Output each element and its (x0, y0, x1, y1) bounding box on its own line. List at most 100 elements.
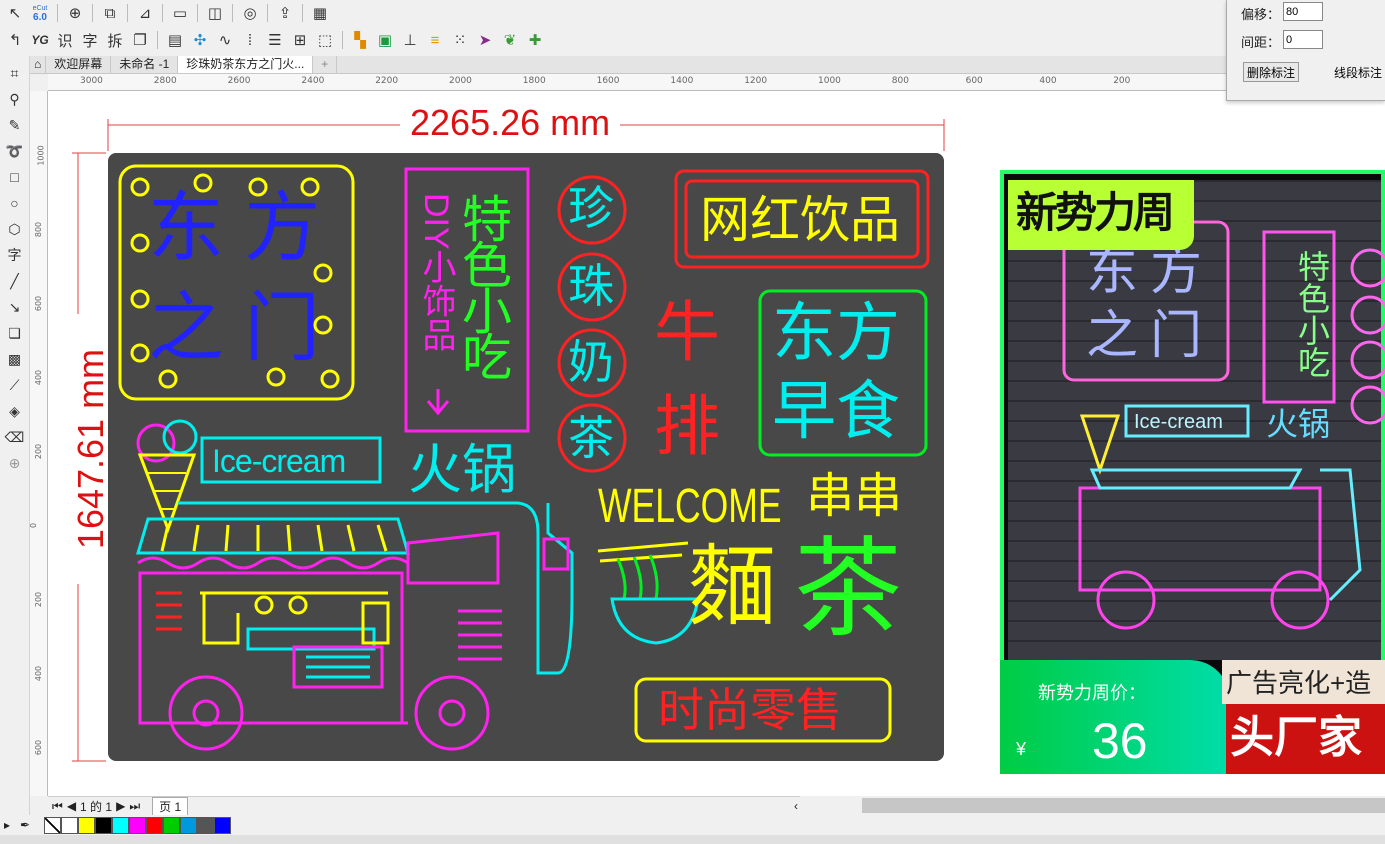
stack-icon[interactable]: ≡ (424, 29, 446, 51)
product-photo[interactable]: 东 方 之 门 特色小吃 Ice-cream 火锅 新势力周 新势力周价： ¥ … (1000, 170, 1385, 774)
palette-arrow-icon[interactable]: ▸ (4, 818, 10, 832)
ellipse-icon[interactable]: ○ (4, 192, 26, 214)
align-icon[interactable]: ⊞ (289, 29, 311, 51)
paste-icon[interactable]: ❐ (129, 29, 151, 51)
shapes-icon[interactable]: ⊕ (64, 2, 86, 24)
neon-text-cha-green[interactable]: 茶 (794, 535, 902, 643)
pen-icon[interactable]: ✎ (4, 114, 26, 136)
neon-text-cha[interactable]: 茶 (568, 415, 614, 461)
polygon-icon[interactable]: ⬡ (4, 218, 26, 240)
neon-text-zhen[interactable]: 珍 (568, 185, 614, 231)
grid-icon[interactable]: ▦ (309, 2, 331, 24)
page-next-icon[interactable]: ▶ (116, 799, 125, 813)
vertical-ruler[interactable]: 1000 800 600 400 200 0 200 400 600 (29, 91, 48, 796)
table-icon[interactable]: ▤ (164, 29, 186, 51)
color-swatch[interactable] (146, 816, 164, 834)
recognize-button[interactable]: 识 (54, 29, 76, 51)
fill-icon[interactable]: ◈ (4, 400, 26, 422)
neon-text-huoguo[interactable]: 火锅 (408, 443, 516, 497)
color-blocks-icon[interactable]: ▚ (349, 29, 371, 51)
target-icon[interactable]: ◎ (239, 2, 261, 24)
eraser-icon[interactable]: ⌫ (4, 426, 26, 448)
yg-button[interactable]: YG (29, 29, 51, 51)
dots-icon[interactable]: ⁙ (449, 29, 471, 51)
image-icon[interactable]: ▣ (374, 29, 396, 51)
rectangle-icon[interactable]: □ (4, 166, 26, 188)
pointer-icon[interactable]: ↖ (4, 2, 26, 24)
neon-text-nai[interactable]: 奶 (568, 339, 614, 385)
eyedropper-icon[interactable]: ⟋ (4, 374, 26, 396)
split-button[interactable]: 拆 (104, 29, 126, 51)
tab-welcome[interactable]: 欢迎屏幕 (46, 56, 112, 73)
height-dimension-label[interactable]: 1647.61 mm (70, 314, 111, 584)
lines-icon[interactable]: ☰ (264, 29, 286, 51)
page-first-icon[interactable]: ⏮ (52, 799, 63, 814)
color-swatch[interactable] (180, 816, 198, 834)
horizontal-ruler[interactable]: 3000 2800 2600 2400 2200 2000 1800 1600 1400 1200… (48, 74, 1385, 91)
select-box-icon[interactable]: ⬚ (314, 29, 336, 51)
neon-text-zaoshi[interactable]: 早食 (772, 379, 900, 443)
layer-icon[interactable]: ◫ (204, 2, 226, 24)
add-icon[interactable]: ⊕ (4, 452, 26, 474)
horizontal-scrollbar[interactable] (862, 798, 1385, 813)
ruler-tool-icon[interactable]: ▭ (169, 2, 191, 24)
neon-text-chuan[interactable]: 串串 (806, 473, 902, 521)
dimension-icon[interactable]: ⊥ (399, 29, 421, 51)
spacing-input[interactable] (1283, 30, 1323, 49)
page-tab[interactable]: 页 1 (152, 796, 189, 816)
cut-icon[interactable]: ⧉ (99, 2, 121, 24)
page-last-icon[interactable]: ⏭ (129, 799, 140, 814)
neon-text-icecream[interactable]: Ice-cream (212, 445, 346, 477)
zoom-icon[interactable]: ⚲ (4, 88, 26, 110)
neon-text-mian[interactable]: 麵 (688, 543, 776, 631)
color-swatch[interactable] (214, 816, 232, 834)
scroll-left-icon[interactable]: ‹ (794, 799, 798, 813)
spiral-icon[interactable]: ➰ (4, 140, 26, 162)
neon-text-pai[interactable]: 排 (654, 393, 720, 459)
leaf-icon[interactable]: ❦ (499, 29, 521, 51)
forward-icon[interactable]: ➤ (474, 29, 496, 51)
checker-icon[interactable]: ▩ (4, 348, 26, 370)
neon-text-zhu[interactable]: 珠 (568, 263, 614, 309)
segment-dimension-button[interactable]: 线段标注 (1331, 62, 1385, 82)
eyedropper-small-icon[interactable]: ✒ (20, 818, 30, 832)
new-tab-button[interactable]: + (313, 56, 338, 73)
neon-text-tese[interactable]: 特色小吃 (455, 193, 511, 377)
neon-text-dong[interactable]: 东 (148, 191, 224, 267)
neon-text-diy[interactable]: DIY小饰品 (417, 193, 455, 352)
tab-current-doc[interactable]: 珍珠奶茶东方之门火... (178, 56, 314, 73)
neon-text-wanghong[interactable]: 网红饮品 (700, 195, 900, 245)
distribute-icon[interactable]: ⁞ (239, 29, 261, 51)
page-prev-icon[interactable]: ◀ (67, 799, 76, 813)
text-button[interactable]: 字 (79, 29, 101, 51)
neon-text-welcome[interactable]: WELCOME (598, 483, 782, 531)
color-swatch[interactable] (95, 816, 113, 834)
puzzle-icon[interactable]: ✚ (524, 29, 546, 51)
neon-text-retail[interactable]: 时尚零售 (658, 687, 842, 733)
color-swatch[interactable] (112, 816, 130, 834)
color-swatch[interactable] (163, 816, 181, 834)
width-dimension-label[interactable]: 2265.26 mm (400, 104, 621, 142)
color-swatch[interactable] (78, 816, 96, 834)
no-color-swatch[interactable] (44, 816, 62, 834)
line-icon[interactable]: ╱ (4, 270, 26, 292)
export-icon[interactable]: ⇪ (274, 2, 296, 24)
measure-icon[interactable]: ⊿ (134, 2, 156, 24)
ecut-logo-icon[interactable]: eCut 6.0 (29, 2, 51, 24)
color-swatch[interactable] (61, 816, 79, 834)
connector-icon[interactable]: ↘ (4, 296, 26, 318)
neon-text-fang[interactable]: 方 (244, 191, 320, 267)
shadow-icon[interactable]: ❏ (4, 322, 26, 344)
pattern-icon[interactable]: ✣ (189, 29, 211, 51)
text-tool-icon[interactable]: 字 (4, 244, 26, 266)
home-icon[interactable]: ⌂ (30, 56, 47, 73)
neon-text-niu[interactable]: 牛 (654, 299, 720, 365)
neon-design-board[interactable]: 东 方 之 门 特色小吃 DIY小饰品 珍 珠 奶 茶 网红饮品 牛 排 东方 … (108, 153, 944, 761)
neon-text-zhi[interactable]: 之 (148, 291, 224, 367)
tab-untitled[interactable]: 未命名 -1 (111, 56, 179, 73)
color-swatch[interactable] (129, 816, 147, 834)
offset-input[interactable] (1283, 2, 1323, 21)
curve-icon[interactable]: ∿ (214, 29, 236, 51)
color-swatch[interactable] (197, 816, 215, 834)
neon-text-men[interactable]: 门 (244, 291, 320, 367)
